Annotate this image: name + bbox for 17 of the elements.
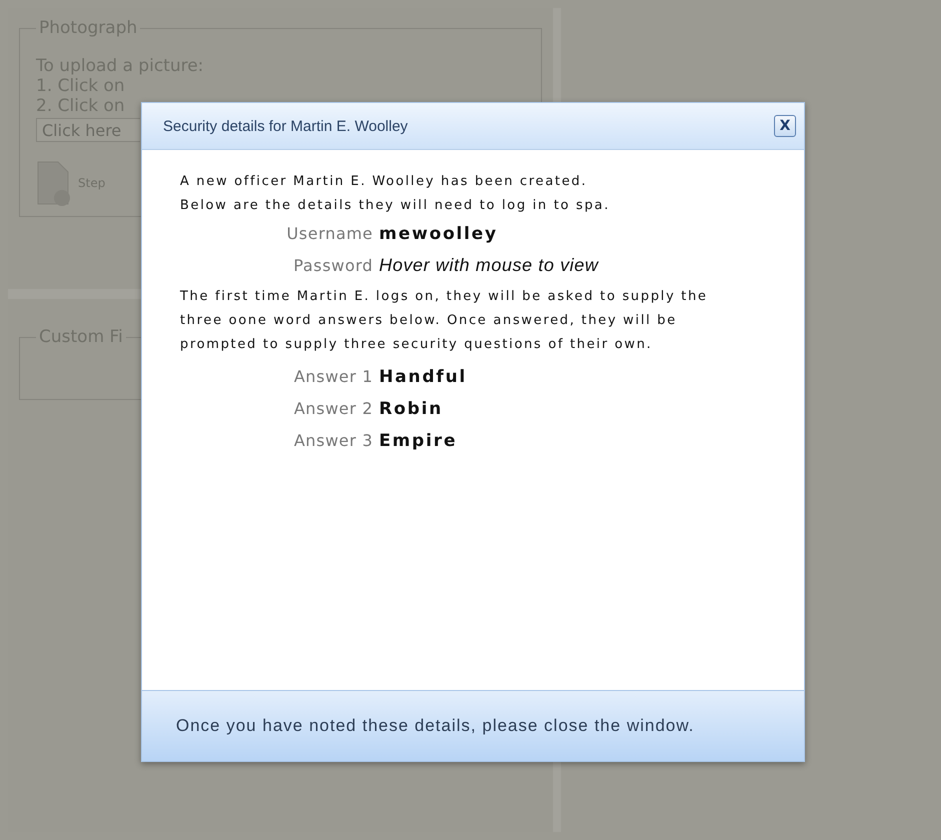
answer-value: Empire [379,430,458,453]
intro-text: Below are the details they will need to log in to spa. [180,197,611,215]
note-text: The first time Martin E. logs on, they will be asked to supply the three oone word answers below. Once answered, they will be prompted to supply three security questions of their own. [180,288,709,354]
field-label: Answer 3 [293,430,373,452]
document-icon [36,160,72,206]
username-value: mewoolley [379,223,498,246]
close-button[interactable]: X [774,115,796,137]
intro-text: A new officer Martin E. Woolley has been created. [180,173,588,191]
answer-value: Handful [379,366,467,389]
answer-value: Robin [379,398,443,421]
field-label: Username [286,223,373,245]
footer-message: Once you have noted these details, please close the window. [176,716,694,736]
password-hint: Hover with mouse to view [379,254,598,277]
field-label: Password [292,255,373,277]
field-label: Answer 2 [293,398,373,420]
field-label: Answer 1 [293,366,373,388]
dialog-title: Security details for Martin E. Woolley [163,118,408,134]
